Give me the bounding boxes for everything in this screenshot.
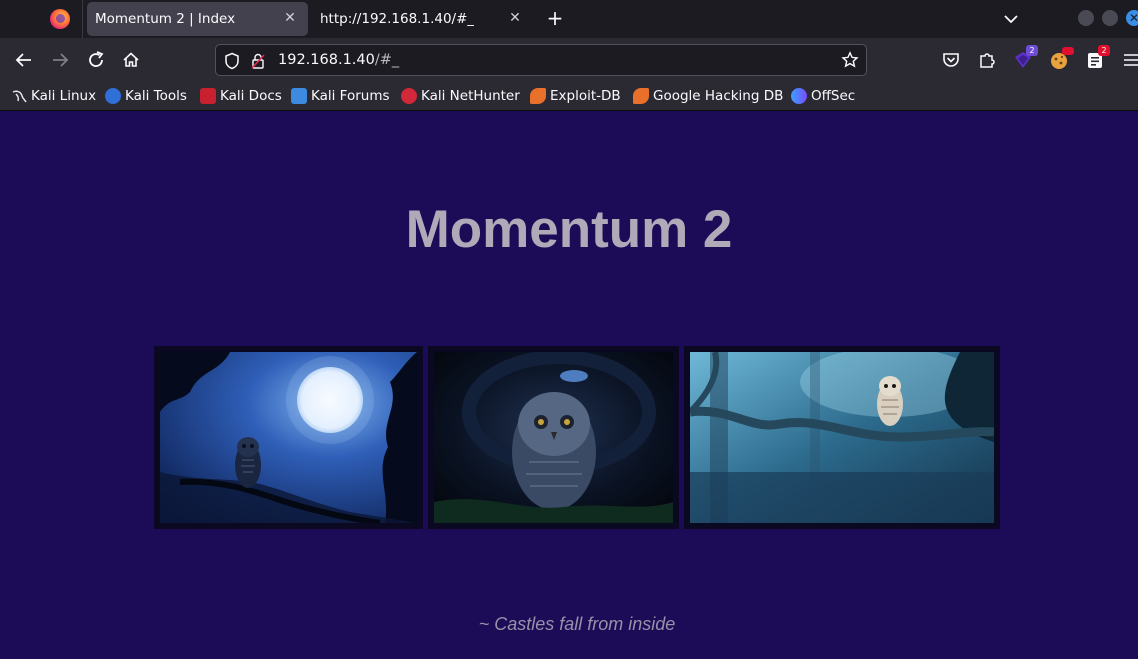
firefox-menu-icon[interactable] [50, 9, 70, 29]
tab-title: http://192.168.1.40/#_ [320, 11, 475, 27]
hamburger-menu-icon[interactable] [1120, 49, 1138, 71]
bookmark-label: Exploit-DB [550, 88, 621, 104]
gallery-image-owl-forest[interactable] [684, 346, 1000, 529]
bookmark-label: Google Hacking DB [653, 88, 784, 104]
page-tagline: ~ Castles fall from inside [478, 614, 676, 634]
back-arrow-icon[interactable] [13, 49, 35, 71]
url-host: 192.168.1.40 [278, 52, 375, 68]
gallery-image-owl-cave[interactable] [428, 346, 679, 529]
chevron-down-icon[interactable] [1002, 10, 1020, 28]
new-tab-icon[interactable]: + [545, 8, 565, 28]
nethunter-icon [401, 88, 417, 104]
bookmark-label: Kali Docs [220, 88, 282, 104]
bookmark-label: Kali Linux [31, 88, 97, 104]
ublock-extension-button[interactable]: 2 [1012, 45, 1038, 71]
gallery-image-owl-moon[interactable] [154, 346, 423, 529]
bookmark-kali-forums[interactable]: Kali Forums [291, 87, 390, 105]
kali-dragon-icon [12, 90, 27, 103]
notes-extension-button[interactable]: 2 [1084, 45, 1110, 71]
tab-strip: Momentum 2 | Index ✕ http://192.168.1.40… [0, 0, 1138, 38]
address-bar[interactable]: 192.168.1.40/#_ [215, 44, 867, 76]
reload-icon[interactable] [85, 49, 107, 71]
cookie-extension-button[interactable] [1048, 47, 1074, 71]
url-path: /#_ [374, 52, 400, 68]
blocked-indicator-icon [1062, 47, 1074, 55]
navigation-toolbar: 192.168.1.40/#_ 2 2 [0, 38, 1138, 82]
owl-forest-image [690, 352, 994, 523]
page-content: Momentum 2 ~ Castles fall from inside [0, 111, 1138, 659]
url-text[interactable]: 192.168.1.40/#_ [278, 52, 399, 68]
bookmark-label: Kali NetHunter [421, 88, 520, 104]
close-tab-icon[interactable]: ✕ [282, 10, 298, 26]
bookmark-kali-docs[interactable]: Kali Docs [200, 87, 282, 105]
bookmark-exploit-db[interactable]: Exploit-DB [530, 87, 621, 105]
bookmark-star-icon[interactable] [841, 51, 859, 69]
pocket-icon[interactable] [940, 49, 962, 71]
ghdb-icon [633, 88, 649, 104]
forward-arrow-icon[interactable] [49, 49, 71, 71]
tab-active[interactable]: Momentum 2 | Index ✕ [87, 2, 308, 36]
kali-docs-icon [200, 88, 216, 104]
close-window-button[interactable]: ✕ [1126, 10, 1138, 26]
maximize-window-button[interactable] [1102, 10, 1118, 26]
bookmarks-toolbar: Kali Linux Kali Tools Kali Docs Kali For… [0, 82, 1138, 111]
bookmark-label: OffSec [811, 88, 856, 104]
kali-tools-icon [105, 88, 121, 104]
bookmark-kali-tools[interactable]: Kali Tools [105, 87, 187, 105]
kali-forums-icon [291, 88, 307, 104]
bookmark-kali-linux[interactable]: Kali Linux [11, 87, 96, 105]
extensions-puzzle-icon[interactable] [976, 49, 998, 71]
offsec-icon [791, 88, 807, 104]
extension-badge: 2 [1026, 45, 1038, 56]
extension-badge: 2 [1098, 45, 1110, 56]
bookmark-offsec[interactable]: OffSec [791, 87, 855, 105]
home-icon[interactable] [120, 49, 142, 71]
tab-title: Momentum 2 | Index [95, 11, 236, 27]
tracking-protection-shield-icon[interactable] [224, 52, 240, 70]
minimize-window-button[interactable] [1078, 10, 1094, 26]
insecure-lock-icon[interactable] [250, 52, 266, 70]
bookmark-google-hacking-db[interactable]: Google Hacking DB [633, 87, 783, 105]
close-tab-icon[interactable]: ✕ [507, 10, 523, 26]
owl-cave-image [434, 352, 673, 523]
tab-separator [82, 0, 83, 38]
bookmark-kali-nethunter[interactable]: Kali NetHunter [401, 87, 520, 105]
tab-inactive[interactable]: http://192.168.1.40/#_ ✕ [312, 2, 533, 36]
bookmark-label: Kali Forums [311, 88, 390, 104]
bookmark-label: Kali Tools [125, 88, 187, 104]
exploit-db-icon [530, 88, 546, 104]
owl-moon-image [160, 352, 417, 523]
page-title: Momentum 2 [405, 200, 733, 259]
